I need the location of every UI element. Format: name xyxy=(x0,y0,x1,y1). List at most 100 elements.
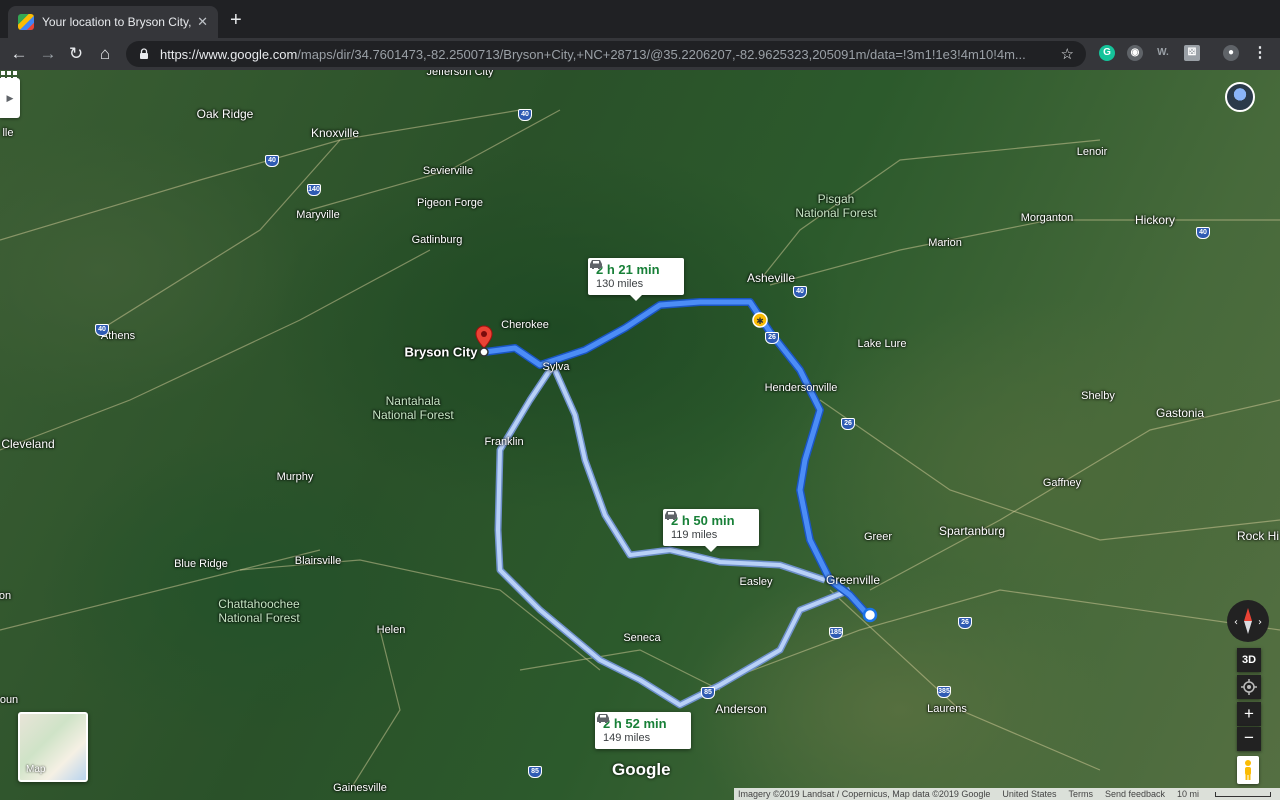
interstate-shield: 385 xyxy=(937,686,951,698)
tab-close-icon[interactable]: ✕ xyxy=(197,14,208,30)
map-label-helen: Helen xyxy=(376,624,406,636)
profile-icon[interactable]: ● xyxy=(1223,45,1239,61)
map-label-greer: Greer xyxy=(863,531,893,543)
google-maps-favicon-icon xyxy=(18,14,34,30)
map-layer-toggle[interactable]: Map xyxy=(18,712,88,782)
interstate-shield: 85 xyxy=(701,687,715,699)
home-button[interactable]: ⌂ xyxy=(94,44,116,66)
interstate-shield: 40 xyxy=(95,324,109,336)
account-avatar[interactable] xyxy=(1225,82,1255,112)
map-label-morganton: Morganton xyxy=(1020,212,1074,224)
origin-marker[interactable] xyxy=(862,607,878,623)
interstate-shield: 85 xyxy=(528,766,542,778)
car-icon xyxy=(665,511,677,520)
map-label-anderson: Anderson xyxy=(715,702,767,716)
map-label-sylva: Sylva xyxy=(542,361,570,373)
map-label-partial-2: on xyxy=(0,590,12,602)
map-label-partial-1: lle xyxy=(2,127,14,139)
zoom-out-button[interactable]: − xyxy=(1237,727,1261,751)
map-label-spartanburg: Spartanburg xyxy=(938,524,1006,538)
map-label-greenville: Greenville xyxy=(825,573,881,587)
road-network xyxy=(0,109,1280,791)
map-label-sevierville: Sevierville xyxy=(422,165,474,177)
map-label-hendersonville: Hendersonville xyxy=(764,382,838,394)
map-label-knoxville: Knoxville xyxy=(310,126,360,140)
svg-text:‹: ‹ xyxy=(1234,617,1238,628)
interstate-shield: 26 xyxy=(841,418,855,430)
extension-circle-icon[interactable]: ◉ xyxy=(1127,45,1143,61)
map-label-lenoir: Lenoir xyxy=(1076,146,1108,158)
map-label-laurens: Laurens xyxy=(927,703,967,715)
car-icon xyxy=(597,714,609,723)
map-label-marion: Marion xyxy=(928,237,962,249)
google-apps-icon[interactable] xyxy=(0,70,18,88)
svg-text:✱: ✱ xyxy=(756,317,764,327)
new-tab-button[interactable]: + xyxy=(230,10,242,30)
bookmark-star-icon[interactable]: ☆ xyxy=(1061,45,1074,63)
google-logo: Google xyxy=(612,760,671,779)
browser-toolbar: ← → ↻ ⌂ https://www.google.com/maps/dir/… xyxy=(0,38,1280,70)
route-duration: 2 h 52 min xyxy=(603,716,667,731)
map-label-lake-lure: Lake Lure xyxy=(857,338,907,350)
map-label-asheville: Asheville xyxy=(746,271,796,285)
interstate-shield: 140 xyxy=(307,184,321,196)
map-label-seneca: Seneca xyxy=(623,632,661,644)
map-footer: Imagery ©2019 Landsat / Copernicus, Map … xyxy=(734,788,1280,800)
forward-button[interactable]: → xyxy=(37,44,59,66)
grammarly-icon[interactable]: G xyxy=(1099,45,1115,61)
route-duration: 2 h 21 min xyxy=(596,262,660,277)
send-feedback-link[interactable]: Send feedback xyxy=(1105,789,1165,799)
extension-w-icon[interactable]: W. xyxy=(1155,45,1171,61)
route-primary-line[interactable] xyxy=(482,299,871,618)
tilt-3d-button[interactable]: 3D xyxy=(1237,648,1261,672)
svg-text:›: › xyxy=(1258,617,1262,628)
my-location-icon xyxy=(1241,679,1257,695)
scale-bar xyxy=(1215,792,1272,797)
destination-label[interactable]: Bryson City xyxy=(405,345,478,360)
car-icon xyxy=(590,260,602,269)
my-location-button[interactable] xyxy=(1237,675,1261,699)
map-label-easley: Easley xyxy=(739,576,773,588)
map-label-rock-hill: Rock Hi xyxy=(1236,529,1280,543)
region-link[interactable]: United States xyxy=(1002,789,1056,799)
map-label-shelby: Shelby xyxy=(1081,390,1115,402)
extension-square-icon[interactable]: ⚄ xyxy=(1184,45,1200,61)
map-label-gatlinburg: Gatlinburg xyxy=(411,234,463,246)
map-label-pigeon-forge: Pigeon Forge xyxy=(416,197,484,209)
interstate-shield: 26 xyxy=(765,332,779,344)
street-view-pegman-icon[interactable] xyxy=(1237,756,1259,784)
menu-icon[interactable]: ⋮ xyxy=(1252,45,1268,61)
route-alt-1-line[interactable] xyxy=(553,369,826,582)
incident-icon[interactable]: ✱ xyxy=(752,312,768,328)
map-label-jefferson-city: Jefferson City xyxy=(426,70,494,78)
reload-button[interactable]: ↻ xyxy=(65,44,87,66)
map-label-maryville: Maryville xyxy=(296,209,340,221)
back-button[interactable]: ← xyxy=(8,44,30,66)
map-overlay: ✱ xyxy=(0,109,1280,791)
tab-active[interactable]: Your location to Bryson City, N ✕ xyxy=(8,6,218,38)
route-bubble-primary[interactable]: 2 h 21 min 130 miles xyxy=(588,258,684,301)
terms-link[interactable]: Terms xyxy=(1068,789,1093,799)
map-label-franklin: Franklin xyxy=(484,436,524,448)
route-bubble-alt-1[interactable]: 2 h 50 min 119 miles xyxy=(663,509,759,552)
route-duration: 2 h 50 min xyxy=(671,513,735,528)
url-host: https://www.google.com xyxy=(160,46,298,62)
zoom-in-button[interactable]: + xyxy=(1237,702,1261,726)
interstate-shield: 26 xyxy=(958,617,972,629)
tab-strip: Your location to Bryson City, N ✕ + xyxy=(0,0,1280,38)
map-label-blue-ridge: Blue Ridge xyxy=(174,558,228,570)
lock-icon xyxy=(140,48,148,59)
route-primary-outline[interactable] xyxy=(481,298,872,619)
route-distance: 149 miles xyxy=(603,732,651,744)
map-canvas[interactable]: ✱ ▶ Jefferson City Oak Ridge Knoxville S… xyxy=(0,70,1280,800)
interstate-shield: 40 xyxy=(518,109,532,121)
map-label-oak-ridge: Oak Ridge xyxy=(196,107,254,121)
route-alt-1-outline[interactable] xyxy=(551,368,827,584)
compass-icon[interactable]: ‹ › xyxy=(1227,600,1269,642)
scale-label[interactable]: 10 mi xyxy=(1177,789,1280,799)
route-distance: 130 miles xyxy=(596,278,644,290)
route-bubble-alt-2[interactable]: 2 h 52 min 149 miles xyxy=(595,712,691,749)
map-label-cherokee: Cherokee xyxy=(501,319,549,331)
tab-title: Your location to Bryson City, N xyxy=(42,15,192,29)
address-bar[interactable]: https://www.google.com/maps/dir/34.76014… xyxy=(126,41,1086,67)
